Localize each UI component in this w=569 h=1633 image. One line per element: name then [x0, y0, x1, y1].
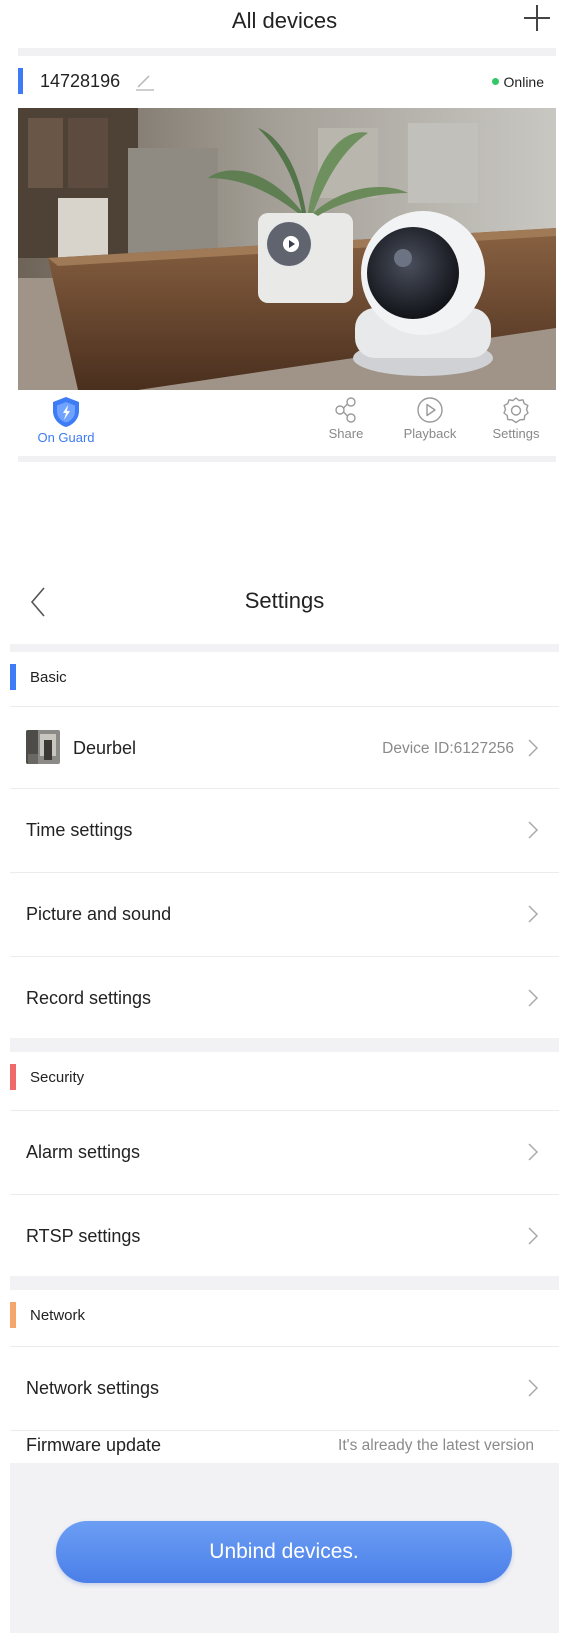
- device-card: 14728196 Online On Guard Share Playback …: [18, 56, 556, 456]
- divider: [18, 48, 556, 56]
- row-label: Firmware update: [26, 1435, 162, 1455]
- section-accent: [10, 664, 16, 690]
- divider: [10, 1110, 559, 1111]
- settings-label: Settings: [492, 426, 540, 441]
- section-label: Security: [30, 1069, 85, 1086]
- page-title: All devices: [231, 8, 338, 33]
- chevron-right-icon: [528, 1379, 539, 1397]
- section-network: Network: [10, 1290, 559, 1342]
- alarm-settings-row[interactable]: Alarm settings: [10, 1110, 559, 1192]
- device-action-bar: On Guard Share Playback Settings: [18, 390, 556, 456]
- device-name-label: Deurbel: [73, 738, 137, 758]
- chevron-right-icon: [528, 821, 539, 839]
- section-gap: [10, 1276, 559, 1290]
- network-settings-row[interactable]: Network settings: [10, 1346, 559, 1428]
- gear-icon: [503, 397, 529, 424]
- row-label: RTSP settings: [26, 1226, 141, 1246]
- chevron-right-icon: [528, 989, 539, 1007]
- picture-and-sound-row[interactable]: Picture and sound: [10, 872, 559, 954]
- section-gap: [10, 644, 559, 652]
- playback-label: Playback: [403, 426, 457, 441]
- device-card-header: 14728196 Online: [18, 56, 556, 108]
- divider: [10, 1346, 559, 1347]
- row-label: Picture and sound: [26, 904, 172, 924]
- unbind-devices-button[interactable]: Unbind devices.: [56, 1521, 512, 1583]
- divider: [10, 956, 559, 957]
- device-info-row[interactable]: Deurbel Device ID:6127256: [10, 706, 559, 788]
- plus-icon[interactable]: [523, 4, 551, 32]
- page-title: Settings: [244, 588, 325, 613]
- section-accent: [10, 1064, 16, 1090]
- device-thumbnail: [26, 730, 60, 764]
- row-label: Record settings: [26, 988, 152, 1008]
- pencil-icon[interactable]: [134, 70, 156, 92]
- share-label: Share: [328, 426, 364, 441]
- divider: [10, 706, 559, 707]
- section-gap: [10, 1038, 559, 1052]
- accent-bar: [18, 68, 23, 94]
- on-guard-button[interactable]: On Guard: [36, 396, 96, 445]
- status-badge: Online: [491, 74, 544, 90]
- device-name: 14728196: [40, 71, 121, 91]
- chevron-right-icon: [528, 1143, 539, 1161]
- divider: [10, 788, 559, 789]
- shield-icon: [53, 397, 79, 427]
- row-label: Time settings: [26, 820, 133, 840]
- camera-preview[interactable]: [18, 108, 556, 390]
- playback-button[interactable]: Playback: [398, 396, 462, 441]
- row-label: Network settings: [26, 1378, 160, 1398]
- section-basic: Basic: [10, 652, 559, 704]
- section-label: Basic: [30, 669, 67, 686]
- divider: [10, 1194, 559, 1195]
- time-settings-row[interactable]: Time settings: [10, 788, 559, 870]
- record-settings-row[interactable]: Record settings: [10, 956, 559, 1038]
- device-id: Device ID:6127256: [382, 740, 514, 757]
- chevron-right-icon: [528, 905, 539, 923]
- on-guard-label: On Guard: [37, 430, 95, 445]
- settings-button[interactable]: Settings: [485, 396, 547, 441]
- firmware-update-row[interactable]: Firmware update It's already the latest …: [10, 1430, 559, 1466]
- rtsp-settings-row[interactable]: RTSP settings: [10, 1194, 559, 1276]
- row-label: Alarm settings: [26, 1142, 141, 1162]
- playback-icon: [417, 397, 443, 423]
- play-icon: [283, 236, 299, 252]
- share-icon: [335, 397, 356, 423]
- section-accent: [10, 1302, 16, 1328]
- play-button[interactable]: [265, 220, 313, 268]
- section-security: Security: [10, 1052, 559, 1104]
- divider: [18, 456, 556, 462]
- devices-header: All devices: [0, 0, 569, 48]
- section-label: Network: [30, 1307, 86, 1324]
- settings-header: Settings: [0, 580, 569, 634]
- online-dot: [491, 78, 499, 85]
- divider: [10, 872, 559, 873]
- status-label: Online: [503, 74, 544, 90]
- share-button[interactable]: Share: [321, 396, 371, 441]
- chevron-right-icon: [528, 1227, 539, 1245]
- chevron-right-icon: [528, 739, 539, 757]
- firmware-status: It's already the latest version: [338, 1437, 534, 1454]
